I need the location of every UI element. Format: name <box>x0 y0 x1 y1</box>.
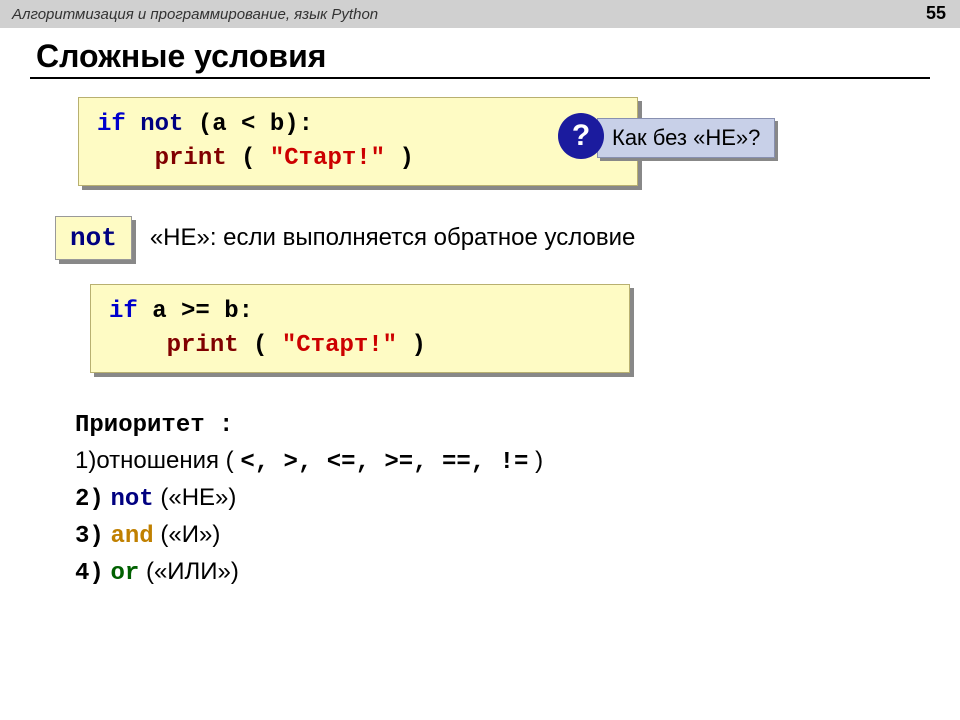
keyword-not: not <box>140 111 183 138</box>
p1-ops: <, >, <=, >=, ==, != <box>240 449 528 476</box>
string-literal: "Старт!" <box>270 145 385 172</box>
priority-line-3: 3) and («И») <box>75 518 930 555</box>
priority-title: Приоритет : <box>75 409 930 444</box>
paren-open-2: ( <box>253 332 267 359</box>
paren-close-2: ) <box>411 332 425 359</box>
question-text: Как без «НЕ»? <box>612 125 760 150</box>
p2-kw: not <box>110 486 153 513</box>
p1-prefix: 1)отношения ( <box>75 447 234 474</box>
p1-suffix: ) <box>535 447 543 474</box>
priority-line-4: 4) or («ИЛИ») <box>75 555 930 592</box>
p4-kw: or <box>110 560 139 587</box>
priority-block: Приоритет : 1)отношения ( <, >, <=, >=, … <box>75 409 930 591</box>
p4-desc: («ИЛИ») <box>146 558 239 585</box>
code-condition-2: a >= b: <box>152 298 253 325</box>
priority-line-1: 1)отношения ( <, >, <=, >=, ==, != ) <box>75 444 930 481</box>
code-line-1: if not (a < b): <box>97 108 619 142</box>
p3-kw: and <box>110 523 153 550</box>
header-title: Алгоритмизация и программирование, язык … <box>12 6 378 23</box>
question-mark: ? <box>572 119 590 153</box>
priority-line-2: 2) not («НЕ») <box>75 481 930 518</box>
keyword-if: if <box>97 111 126 138</box>
question-mark-icon: ? <box>558 113 604 159</box>
not-description: «НЕ»: если выполняется обратное условие <box>150 224 636 252</box>
keyword-print-2: print <box>167 332 239 359</box>
slide-title: Сложные условия <box>30 38 930 75</box>
not-explanation-row: not «НЕ»: если выполняется обратное усло… <box>55 216 930 260</box>
question-callout: Как без «НЕ»? <box>597 118 775 158</box>
keyword-print: print <box>155 145 227 172</box>
string-literal-2: "Старт!" <box>282 332 397 359</box>
p3-desc: («И») <box>160 521 220 548</box>
header-bar: Алгоритмизация и программирование, язык … <box>0 0 960 28</box>
code-block-2: if a >= b: print ( "Старт!" ) <box>90 284 630 373</box>
code-block-1: if not (a < b): print ( "Старт!" ) <box>78 97 638 186</box>
keyword-if-2: if <box>109 298 138 325</box>
p3-num: 3) <box>75 523 104 550</box>
title-underline <box>30 77 930 79</box>
not-badge: not <box>55 216 132 260</box>
p2-desc: («НЕ») <box>160 484 236 511</box>
page-number: 55 <box>926 3 946 24</box>
code-line-1b: if a >= b: <box>109 295 611 329</box>
slide-content: Сложные условия if not (a < b): print ( … <box>0 28 960 601</box>
paren-open: ( <box>241 145 255 172</box>
code-line-2: print ( "Старт!" ) <box>97 142 619 176</box>
code-line-2b: print ( "Старт!" ) <box>109 329 611 363</box>
paren-close: ) <box>399 145 413 172</box>
p4-num: 4) <box>75 560 104 587</box>
p2-num: 2) <box>75 486 104 513</box>
code-condition: (a < b): <box>198 111 313 138</box>
